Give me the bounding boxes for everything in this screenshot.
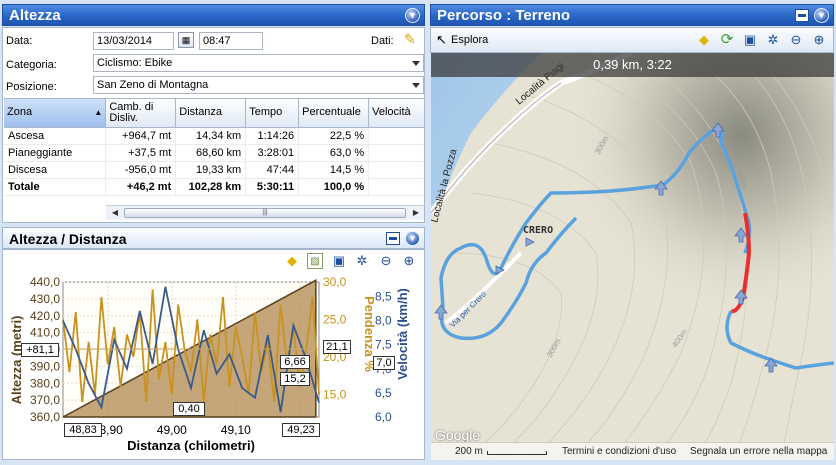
y-axis-label: Altezza (metri) bbox=[9, 316, 24, 405]
place-crero: CRERO bbox=[523, 225, 553, 236]
map-maximize-icon[interactable] bbox=[795, 9, 809, 22]
save-disk-icon[interactable]: ▣ bbox=[331, 253, 347, 269]
zoom-out-icon[interactable]: ⊖ bbox=[378, 253, 394, 269]
explore-button[interactable]: Esplora bbox=[451, 34, 488, 46]
collapse-chevron-icon[interactable]: ▾ bbox=[405, 8, 420, 23]
map-collapse-chevron-icon[interactable]: ▾ bbox=[814, 8, 829, 23]
terrain-map[interactable]: CRERO Località la Pozza Località Piagi V… bbox=[431, 53, 834, 460]
categoria-label: Categoria: bbox=[6, 59, 57, 71]
cursor-speed-axis-box: 7,0 bbox=[373, 356, 395, 370]
report-error-link[interactable]: Segnala un errore nella mappa bbox=[690, 446, 827, 457]
map-gear-icon[interactable]: ✲ bbox=[765, 32, 781, 48]
google-logo: Google bbox=[435, 427, 481, 443]
zoom-in-icon[interactable]: ⊕ bbox=[401, 253, 417, 269]
y-tick-label: 430,0 bbox=[30, 292, 60, 306]
refresh-icon[interactable]: ⟳ bbox=[719, 32, 735, 48]
y3-tick-label: 6,0 bbox=[375, 410, 392, 424]
scroll-thumb[interactable]: ||| bbox=[124, 208, 406, 218]
gear-icon[interactable]: ✲ bbox=[354, 253, 370, 269]
y2-tick-label: 30,0 bbox=[323, 275, 347, 289]
cursor-delta-box: 0,40 bbox=[173, 402, 205, 416]
col-velocita[interactable]: Velocità bbox=[368, 99, 424, 128]
table-row[interactable]: Pianeggiante +37,5 mt 68,60 km 3:28:01 6… bbox=[4, 144, 424, 162]
zone-table-viewport: Zona ▲ Camb. di Disliv. Distanza Tempo Pe… bbox=[4, 98, 424, 204]
sort-up-icon: ▲ bbox=[94, 108, 103, 118]
altezza-panel-header: Altezza ▾ bbox=[2, 4, 425, 26]
diamond-icon[interactable]: ◆ bbox=[284, 253, 300, 269]
cursor-dist-left-box: 48,83 bbox=[64, 423, 102, 437]
table-row[interactable]: Discesa -956,0 mt 19,33 km 47:44 14,5 % … bbox=[4, 161, 424, 179]
chart-collapse-chevron-icon[interactable]: ▾ bbox=[405, 231, 420, 246]
map-save-icon[interactable]: ▣ bbox=[742, 32, 758, 48]
map-panel-title: Percorso : Terreno bbox=[437, 7, 571, 24]
map-scale-label: 200 m bbox=[455, 446, 483, 457]
y-tick-label: 410,0 bbox=[30, 326, 60, 340]
map-zoom-in-icon[interactable]: ⊕ bbox=[811, 32, 827, 48]
col-distanza[interactable]: Distanza bbox=[175, 99, 247, 128]
y3-tick-label: 6,5 bbox=[375, 386, 392, 400]
y3-axis-label: Velocità (km/h) bbox=[395, 288, 410, 380]
chart-area-icon[interactable]: ▨ bbox=[307, 253, 323, 269]
chart-panel-title: Altezza / Distanza bbox=[9, 231, 127, 247]
col-percentuale[interactable]: Percentuale bbox=[298, 99, 370, 128]
y-tick-label: 380,0 bbox=[30, 376, 60, 390]
chart-panel-header: Altezza / Distanza ▾ bbox=[2, 227, 425, 249]
col-dislivello[interactable]: Camb. di Disliv. bbox=[105, 99, 177, 128]
altezza-panel-title: Altezza bbox=[9, 7, 61, 24]
posizione-label: Posizione: bbox=[6, 81, 57, 93]
map-footer: 200 m Termini e condizioni d'uso Segnala… bbox=[431, 442, 834, 460]
cursor-dist-right-box: 49,23 bbox=[282, 423, 320, 437]
y-tick-label: 440,0 bbox=[30, 275, 60, 289]
zone-table: Zona ▲ Camb. di Disliv. Distanza Tempo Pe… bbox=[4, 99, 424, 196]
posizione-chevron-down-icon[interactable] bbox=[412, 83, 420, 88]
cursor-altitude-box: +81,1 bbox=[21, 343, 59, 357]
cursor-slope-box: 15,2 bbox=[280, 372, 310, 386]
scale-bar bbox=[487, 451, 547, 455]
categoria-chevron-down-icon[interactable] bbox=[412, 61, 420, 66]
date-label: Data: bbox=[6, 35, 33, 47]
pencil-icon[interactable]: ✎ bbox=[404, 31, 416, 48]
y-tick-label: 370,0 bbox=[30, 393, 60, 407]
dati-label: Dati: bbox=[371, 35, 394, 47]
map-diamond-icon[interactable]: ◆ bbox=[696, 32, 712, 48]
time-input[interactable]: 08:47 bbox=[199, 32, 263, 50]
table-row[interactable]: Ascesa +964,7 mt 14,34 km 1:14:26 22,5 %… bbox=[4, 127, 424, 145]
y-tick-label: 390,0 bbox=[30, 359, 60, 373]
map-zoom-out-icon[interactable]: ⊖ bbox=[788, 32, 804, 48]
map-info-banner: 0,39 km, 3:22 bbox=[431, 53, 834, 77]
cursor-arrow-icon[interactable]: ↖ bbox=[436, 32, 447, 48]
y-tick-label: 420,0 bbox=[30, 309, 60, 323]
x-tick-label: 49,10 bbox=[221, 423, 251, 437]
map-panel-header: Percorso : Terreno ▾ bbox=[430, 4, 834, 26]
cursor-slope-axis-box: 21,1 bbox=[323, 340, 351, 354]
cursor-speed-box: 6,66 bbox=[280, 355, 310, 369]
table-total-row: Totale +46,2 mt 102,28 km 5:30:11 100,0 … bbox=[4, 177, 424, 196]
map-toolbar: ↖ Esplora ◆ ⟳ ▣ ✲ ⊖ ⊕ bbox=[430, 27, 834, 53]
calendar-icon[interactable]: ▦ bbox=[178, 32, 194, 48]
scroll-left-icon[interactable]: ◀ bbox=[108, 206, 122, 220]
maximize-icon[interactable] bbox=[386, 232, 400, 245]
y2-tick-label: 25,0 bbox=[323, 313, 347, 327]
date-input[interactable]: 13/03/2014 bbox=[93, 32, 174, 50]
scroll-right-icon[interactable]: ▶ bbox=[409, 206, 423, 220]
map-view[interactable]: CRERO Località la Pozza Località Piagi V… bbox=[431, 53, 834, 460]
col-tempo[interactable]: Tempo bbox=[245, 99, 300, 128]
y2-tick-label: 15,0 bbox=[323, 388, 347, 402]
x-axis-label: Distanza (chilometri) bbox=[127, 438, 255, 453]
x-tick-label: 49,00 bbox=[157, 423, 187, 437]
table-horizontal-scrollbar[interactable]: ◀ ||| ▶ bbox=[106, 205, 424, 220]
col-zona[interactable]: Zona ▲ bbox=[4, 99, 107, 128]
categoria-select[interactable]: Ciclismo: Ebike bbox=[93, 54, 424, 72]
y-tick-label: 360,0 bbox=[30, 410, 60, 424]
posizione-select[interactable]: San Zeno di Montagna bbox=[93, 76, 424, 94]
terms-link[interactable]: Termini e condizioni d'uso bbox=[562, 446, 676, 457]
